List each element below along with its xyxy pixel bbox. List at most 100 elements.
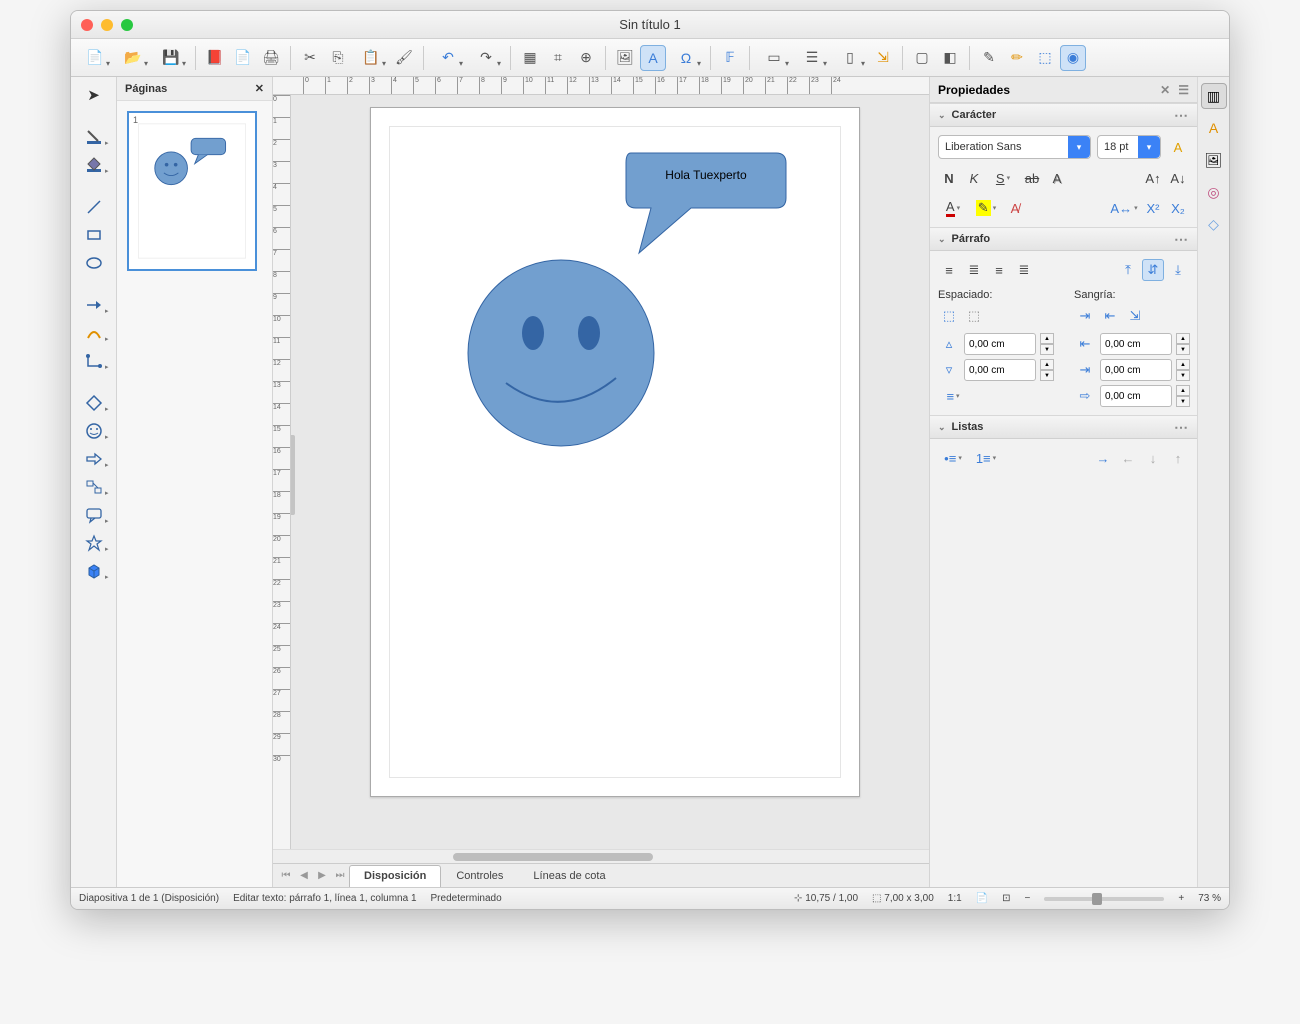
select-tool[interactable]: ➤ — [77, 83, 111, 107]
tab-properties[interactable]: ▥ — [1201, 83, 1227, 109]
close-window[interactable] — [81, 19, 93, 31]
print-button[interactable]: 🖨 — [258, 45, 284, 71]
line-tool[interactable] — [77, 195, 111, 219]
insert-special-char-button[interactable]: Ω — [668, 45, 704, 71]
align-center-button[interactable]: ≣ — [963, 259, 985, 281]
spin-up[interactable]: ▲ — [1040, 333, 1054, 344]
indent-after-input[interactable] — [1100, 359, 1172, 381]
line-spacing-button[interactable]: ≡ — [938, 385, 968, 407]
3d-button[interactable]: ⬚ — [1032, 45, 1058, 71]
font-size-combo[interactable]: 18 pt — [1097, 135, 1161, 159]
decrease-indent-button[interactable]: ⇤ — [1099, 305, 1121, 327]
spin-up[interactable]: ▲ — [1176, 385, 1190, 396]
symbol-shapes-tool[interactable] — [77, 419, 111, 443]
valign-top-button[interactable]: ⤒ — [1117, 259, 1139, 281]
close-pages-panel[interactable]: ✕ — [255, 82, 264, 95]
tab-dimensions[interactable]: Líneas de cota — [518, 865, 620, 887]
snap-guides-button[interactable]: ⌗ — [545, 45, 571, 71]
redo-button[interactable]: ↷ — [468, 45, 504, 71]
spin-down[interactable]: ▼ — [1040, 370, 1054, 381]
close-properties[interactable]: ✕ — [1160, 83, 1170, 97]
block-arrows-tool[interactable] — [77, 447, 111, 471]
smiley-shape[interactable] — [461, 258, 661, 448]
spin-down[interactable]: ▼ — [1040, 344, 1054, 355]
status-save-icon[interactable]: 📄 — [976, 893, 988, 904]
properties-menu[interactable]: ☰ — [1178, 83, 1189, 97]
fill-color-tool[interactable] — [77, 153, 111, 177]
subscript-button[interactable]: X₂ — [1167, 197, 1189, 219]
position-size-button[interactable]: ⇲ — [870, 45, 896, 71]
tab-shapes[interactable]: ◇ — [1201, 211, 1227, 237]
align-right-button[interactable]: ≡ — [988, 259, 1010, 281]
increase-spacing-button[interactable]: ⬚ — [938, 305, 960, 327]
spin-down[interactable]: ▼ — [1176, 396, 1190, 407]
gluepoints-button[interactable]: ✎ — [976, 45, 1002, 71]
stars-tool[interactable] — [77, 531, 111, 555]
shadow-text-button[interactable]: A — [1046, 167, 1068, 189]
line-color-tool[interactable] — [77, 125, 111, 149]
zoom-out-button[interactable]: − — [1025, 893, 1031, 904]
align-justify-button[interactable]: ≣ — [1013, 259, 1035, 281]
decrease-font-button[interactable]: A↓ — [1167, 167, 1189, 189]
tab-nav-prev[interactable]: ◀ — [295, 867, 313, 885]
speech-bubble-shape[interactable] — [621, 148, 791, 243]
section-character[interactable]: ⌄ Carácter ⋯ — [930, 103, 1197, 127]
open-button[interactable]: 📂 — [115, 45, 151, 71]
curve-tool[interactable] — [77, 321, 111, 345]
fit-page-button[interactable]: ⊡ — [1002, 893, 1010, 904]
highlight-color-button[interactable]: A — [1167, 136, 1189, 158]
char-spacing-button[interactable]: A↔ — [1109, 197, 1139, 219]
valign-middle-button[interactable]: ⇵ — [1142, 259, 1164, 281]
zoom-in-button[interactable]: + — [1178, 893, 1184, 904]
horizontal-scrollbar[interactable] — [273, 849, 929, 863]
export-button[interactable]: 📄 — [230, 45, 256, 71]
lists-more[interactable]: ⋯ — [1174, 419, 1189, 436]
crop-button[interactable]: ◧ — [937, 45, 963, 71]
flowchart-tool[interactable] — [77, 475, 111, 499]
maximize-window[interactable] — [121, 19, 133, 31]
arrows-tool[interactable] — [77, 293, 111, 317]
panel-drag-handle[interactable] — [291, 435, 295, 515]
bullet-list-button[interactable]: •≡ — [938, 447, 968, 469]
font-name-combo[interactable]: Liberation Sans — [938, 135, 1091, 159]
paste-button[interactable]: 📋 — [353, 45, 389, 71]
spin-up[interactable]: ▲ — [1176, 333, 1190, 344]
tab-styles[interactable]: A — [1201, 115, 1227, 141]
list-move-up-button[interactable]: ← — [1117, 447, 1139, 469]
toggle-extrusion-button[interactable]: ✏ — [1004, 45, 1030, 71]
distribute-button[interactable]: ▯ — [832, 45, 868, 71]
bold-button[interactable]: N — [938, 167, 960, 189]
export-pdf-button[interactable]: 📕 — [202, 45, 228, 71]
page-thumbnail-1[interactable]: 1 — [127, 111, 257, 271]
undo-button[interactable]: ↶ — [430, 45, 466, 71]
clear-format-button[interactable]: A̸ — [1004, 197, 1026, 219]
vertical-ruler[interactable]: 0123456789101112131415161718192021222324… — [273, 95, 291, 849]
tab-controls[interactable]: Controles — [441, 865, 518, 887]
spin-up[interactable]: ▲ — [1040, 359, 1054, 370]
font-color-button[interactable]: A — [938, 197, 968, 219]
save-button[interactable]: 💾 — [153, 45, 189, 71]
draw-functions-button[interactable]: ◉ — [1060, 45, 1086, 71]
tab-gallery[interactable]: 🖼 — [1201, 147, 1227, 173]
underline-button[interactable]: S — [988, 167, 1018, 189]
char-highlight-button[interactable]: ✎ — [971, 197, 1001, 219]
new-button[interactable]: 📄 — [77, 45, 113, 71]
tab-nav-first[interactable]: ⏮ — [277, 867, 295, 885]
list-move-down-button[interactable]: → — [1092, 447, 1114, 469]
clone-format-button[interactable]: 🖌 — [391, 45, 417, 71]
paragraph-more[interactable]: ⋯ — [1174, 231, 1189, 248]
fontwork-button[interactable]: 𝔽 — [717, 45, 743, 71]
strikethrough-button[interactable]: ab — [1021, 167, 1043, 189]
zoom-slider[interactable] — [1044, 897, 1164, 901]
ellipse-tool[interactable] — [77, 251, 111, 275]
drawing-page[interactable]: Hola Tuexperto — [370, 107, 860, 797]
space-below-input[interactable] — [964, 359, 1036, 381]
character-more[interactable]: ⋯ — [1174, 107, 1189, 124]
indent-before-input[interactable] — [1100, 333, 1172, 355]
section-lists[interactable]: ⌄ Listas ⋯ — [930, 415, 1197, 439]
spin-down[interactable]: ▼ — [1176, 344, 1190, 355]
align-left-button[interactable]: ≡ — [938, 259, 960, 281]
tab-navigator[interactable]: ◎ — [1201, 179, 1227, 205]
section-paragraph[interactable]: ⌄ Párrafo ⋯ — [930, 227, 1197, 251]
increase-indent-button[interactable]: ⇥ — [1074, 305, 1096, 327]
